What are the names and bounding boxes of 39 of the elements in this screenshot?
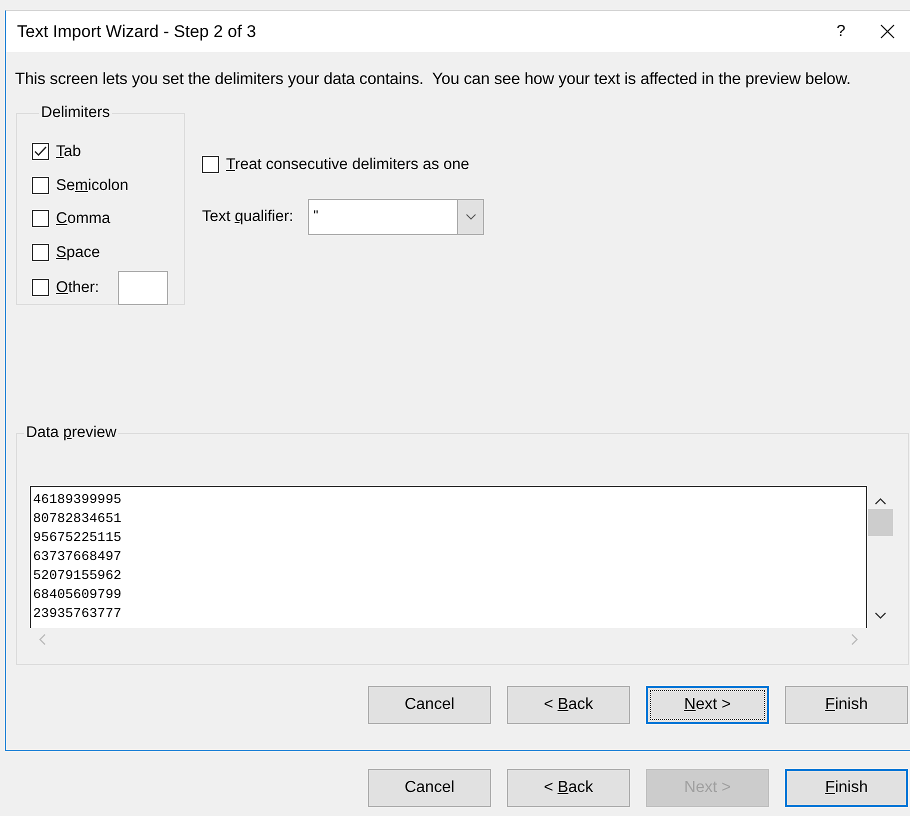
- instruction-text: This screen lets you set the delimiters your data contains. You can see how your text is affected in the preview below.: [14, 69, 852, 90]
- preview-line: 52079155962: [33, 568, 122, 586]
- checkbox-label[interactable]: Other:: [56, 276, 100, 300]
- help-button[interactable]: ?: [818, 11, 864, 52]
- scroll-down-icon[interactable]: [875, 612, 886, 619]
- checkbox[interactable]: [32, 244, 49, 261]
- checkbox-label[interactable]: Semicolon: [56, 174, 128, 197]
- checkbox-label[interactable]: Treat consecutive delimiters as one: [226, 152, 470, 176]
- preview-line: 68405609799: [33, 586, 122, 605]
- chevron-down-icon: [466, 214, 476, 220]
- other-delimiter-field[interactable]: [118, 270, 168, 305]
- preview-line: 95675225115: [33, 530, 122, 548]
- preview-line: 46189399995: [33, 492, 122, 510]
- dialog-button[interactable]: Next >: [646, 686, 769, 724]
- checkbox[interactable]: [202, 156, 219, 173]
- preview-line: 63737668497: [33, 548, 122, 567]
- group-title: Data preview: [25, 425, 118, 441]
- window-title: Text Import Wizard - Step 2 of 3: [17, 20, 258, 43]
- checkbox[interactable]: [32, 176, 49, 194]
- checkbox-label[interactable]: Comma: [56, 207, 110, 230]
- dialog-button[interactable]: Finish: [785, 769, 908, 807]
- text-qualifier-label: Text qualifier:: [202, 207, 294, 228]
- dialog-button[interactable]: < Back: [507, 686, 630, 724]
- dialog-button[interactable]: Cancel: [368, 769, 491, 807]
- preview-line: 23935763777: [33, 606, 122, 624]
- scroll-up-icon[interactable]: [875, 498, 886, 505]
- scrollbar-thumb[interactable]: [868, 508, 893, 536]
- close-icon: [880, 24, 894, 39]
- preview-line: 80782834651: [33, 510, 122, 529]
- dialog-button[interactable]: Cancel: [368, 686, 491, 724]
- dialog-button[interactable]: < Back: [507, 769, 630, 807]
- checkbox[interactable]: [32, 279, 49, 296]
- checkbox-label[interactable]: Space: [56, 240, 100, 264]
- text-qualifier-dropdown[interactable]: ": [308, 198, 484, 235]
- checkbox[interactable]: [32, 143, 49, 160]
- dialog-button[interactable]: Finish: [785, 686, 908, 724]
- group-title: Delimiters: [40, 105, 111, 121]
- checkbox[interactable]: [32, 210, 49, 228]
- checkbox-label[interactable]: Tab: [56, 140, 81, 164]
